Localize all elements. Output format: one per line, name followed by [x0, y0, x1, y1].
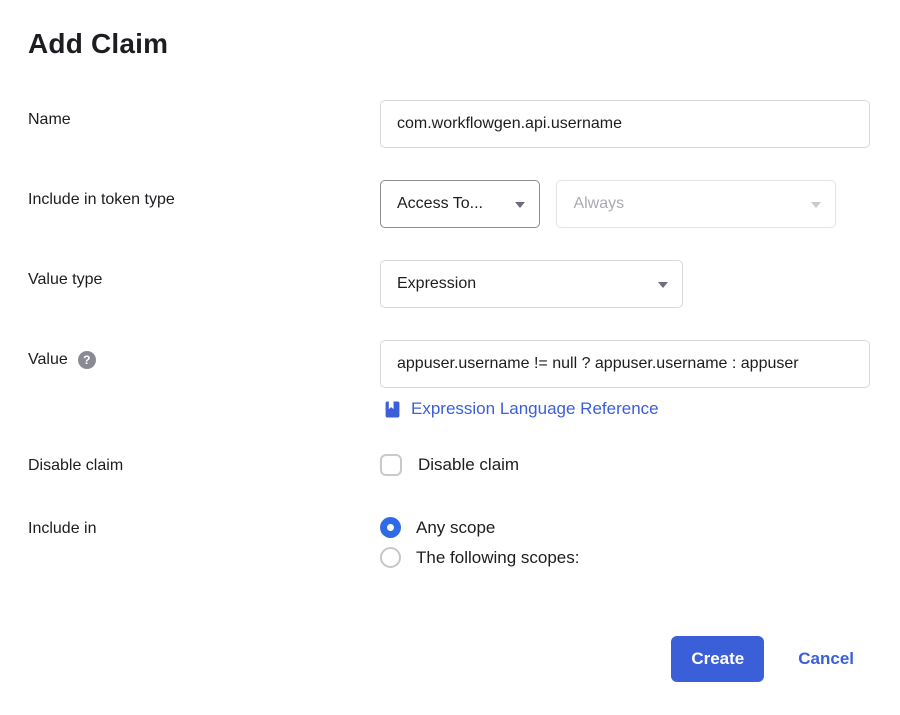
value-type-selected-value: Expression — [397, 275, 476, 293]
name-input[interactable] — [380, 100, 870, 148]
token-type-row: Include in token type Access To... Alway… — [28, 180, 872, 228]
name-row: Name — [28, 100, 872, 148]
include-in-row: Include in Any scope The following scope… — [28, 517, 872, 568]
include-in-radio-group: Any scope The following scopes: — [380, 517, 872, 568]
disable-claim-checkbox-label[interactable]: Disable claim — [418, 455, 519, 475]
radio-option-any-scope[interactable]: Any scope — [380, 517, 872, 538]
radio-option-label: Any scope — [416, 518, 495, 538]
token-type-select[interactable]: Access To... — [380, 180, 540, 228]
value-label: Value — [28, 349, 68, 371]
value-type-row: Value type Expression — [28, 260, 872, 308]
dialog-footer: Create Cancel — [28, 636, 872, 682]
radio-option-following-scopes[interactable]: The following scopes: — [380, 547, 872, 568]
disable-claim-label: Disable claim — [28, 454, 380, 477]
name-label: Name — [28, 100, 380, 131]
caret-down-icon — [811, 202, 821, 208]
token-lifetime-select: Always — [556, 180, 836, 228]
include-in-label: Include in — [28, 517, 380, 540]
disable-claim-row: Disable claim Disable claim — [28, 454, 872, 477]
radio-unselected-icon[interactable] — [380, 547, 401, 568]
question-mark-circle-icon[interactable]: ? — [78, 351, 96, 369]
value-type-select[interactable]: Expression — [380, 260, 683, 308]
disable-claim-checkbox[interactable] — [380, 454, 402, 476]
token-type-selected-value: Access To... — [397, 195, 483, 213]
token-lifetime-selected-value: Always — [573, 195, 624, 213]
caret-down-icon — [658, 282, 668, 288]
value-type-label: Value type — [28, 260, 380, 291]
page-title: Add Claim — [28, 26, 872, 62]
cancel-button[interactable]: Cancel — [798, 649, 854, 669]
add-claim-dialog: Add Claim Name Include in token type Acc… — [0, 0, 900, 715]
radio-selected-icon[interactable] — [380, 517, 401, 538]
expression-language-reference-link[interactable]: Expression Language Reference — [411, 399, 659, 419]
caret-down-icon — [515, 202, 525, 208]
create-button[interactable]: Create — [671, 636, 764, 682]
token-type-label: Include in token type — [28, 180, 380, 211]
book-icon — [384, 401, 401, 418]
radio-option-label: The following scopes: — [416, 548, 579, 568]
value-row: Value ? Expression Language Reference — [28, 340, 872, 421]
value-input[interactable] — [380, 340, 870, 388]
